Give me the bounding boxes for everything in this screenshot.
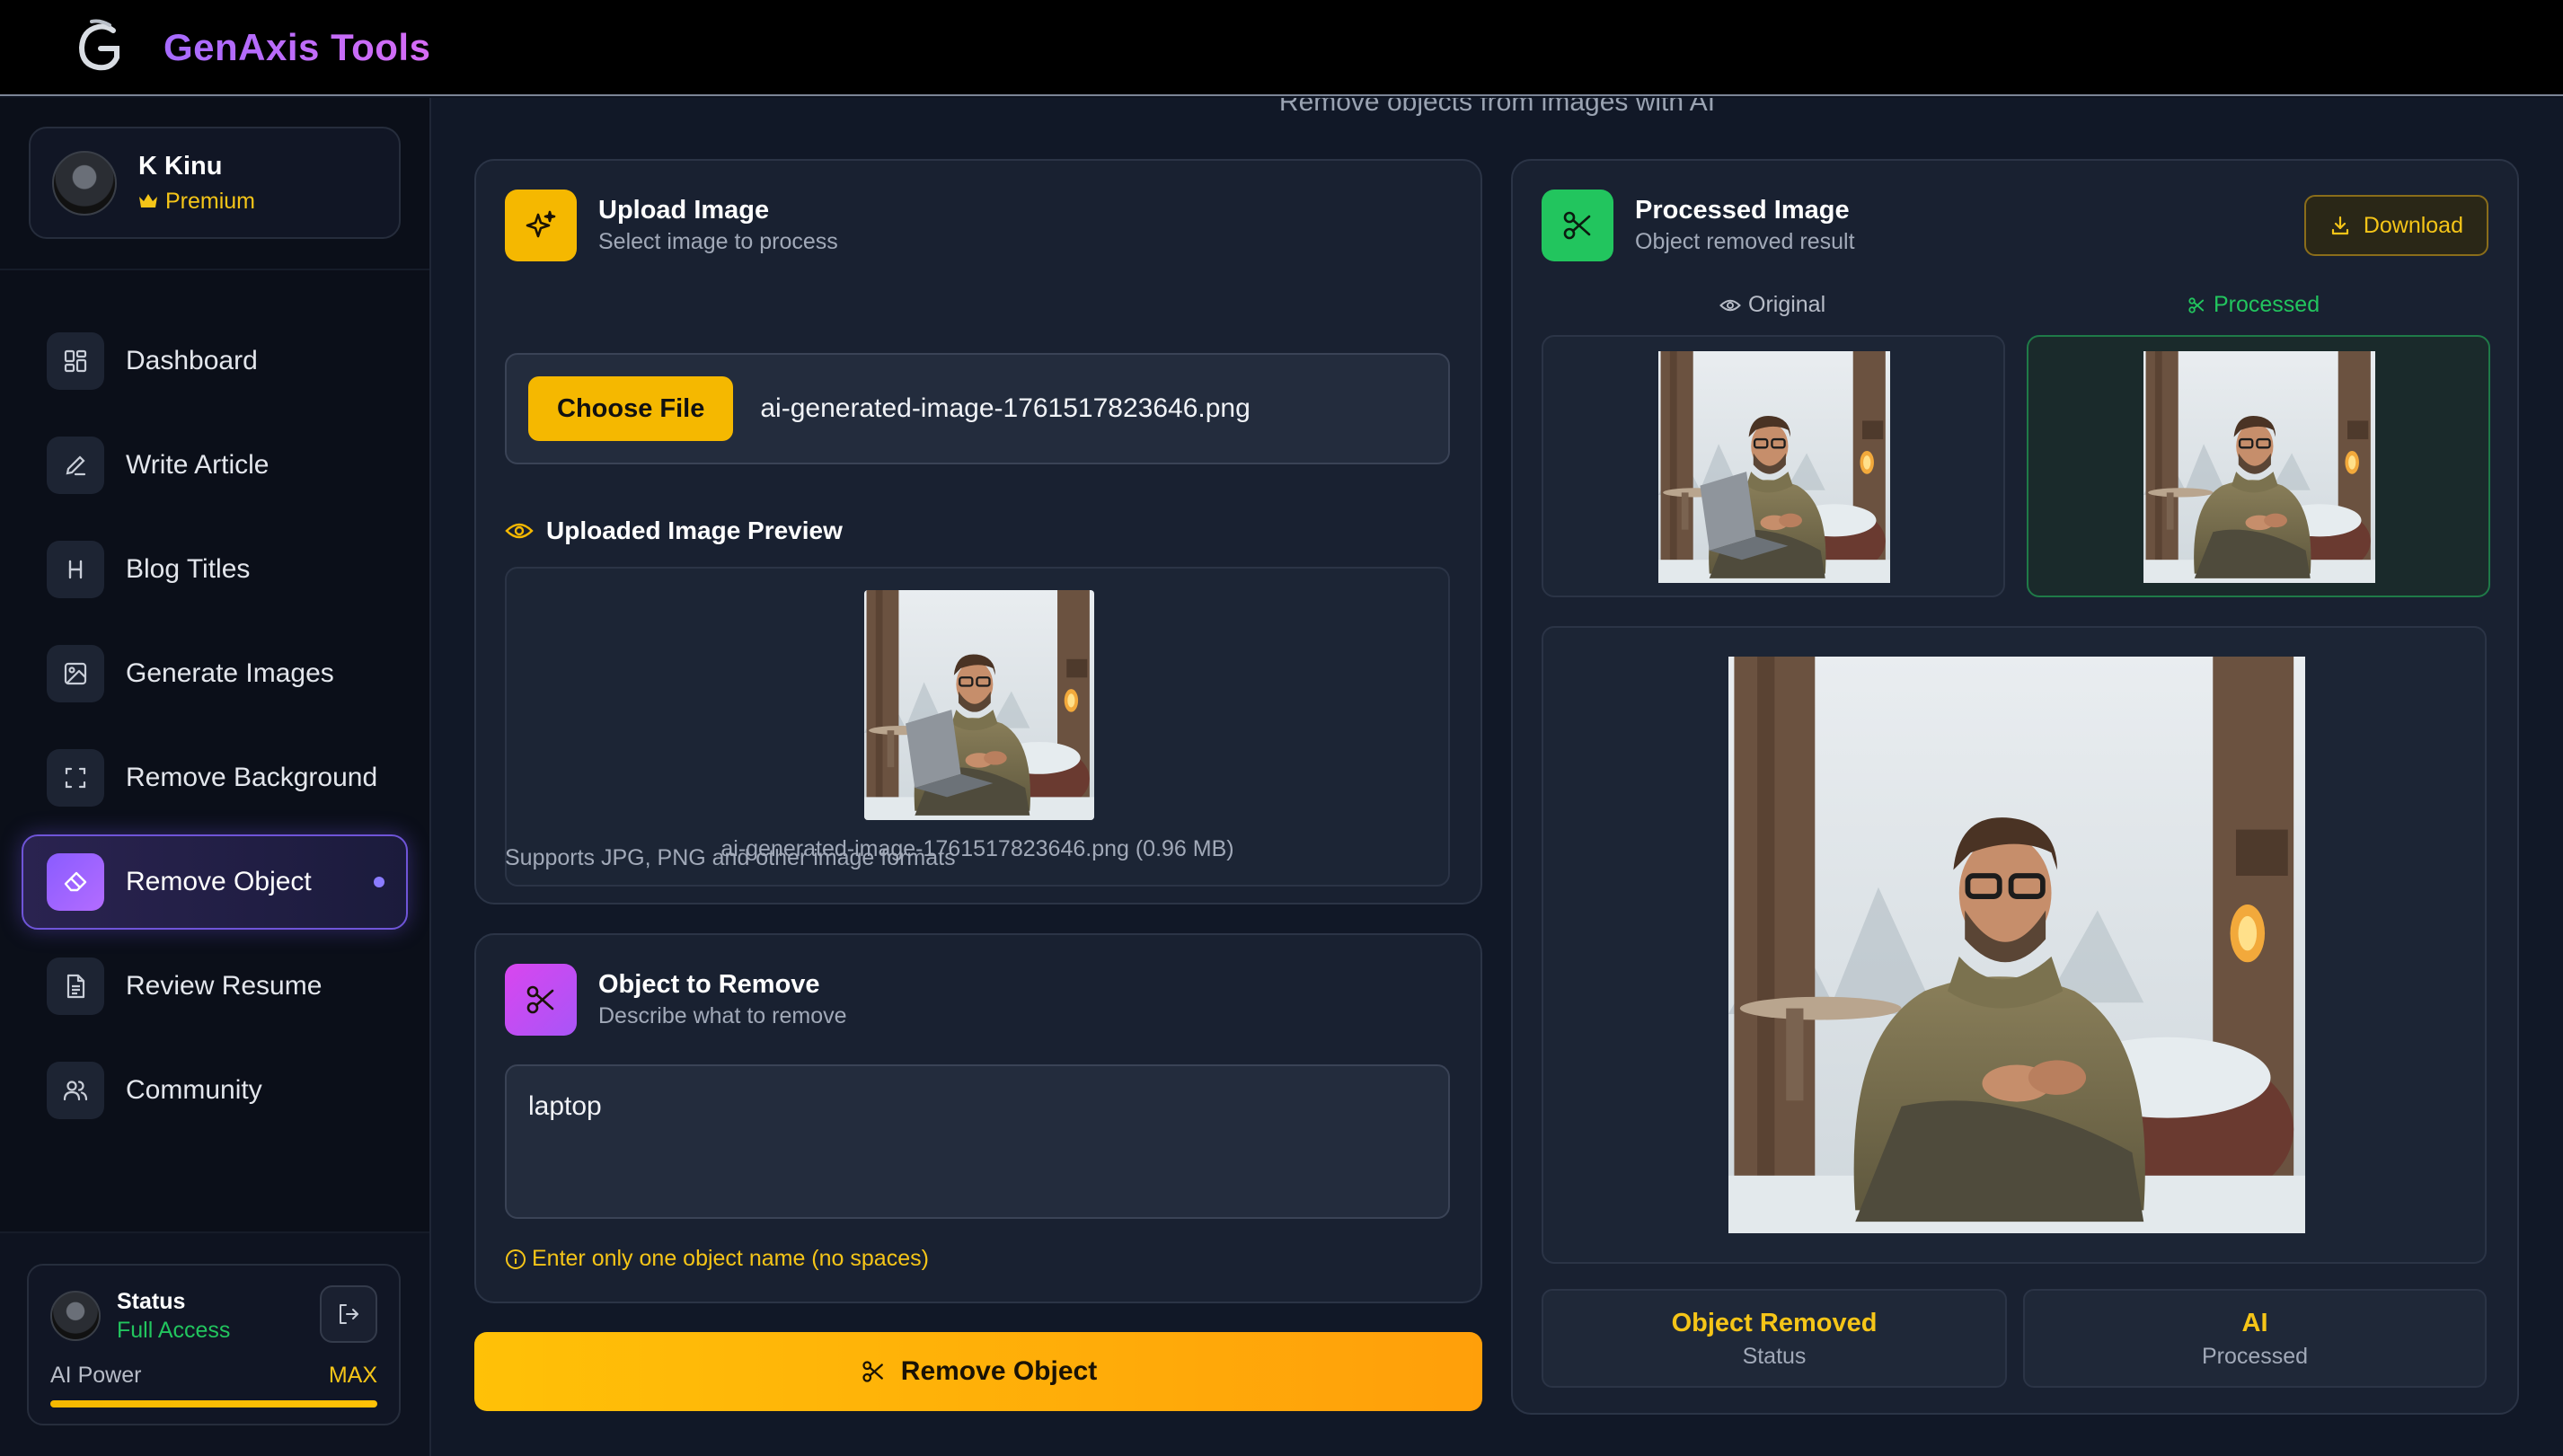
avatar [50, 1291, 101, 1341]
avatar [52, 150, 117, 216]
sidebar-item-blog-titles[interactable]: Blog Titles [22, 522, 408, 617]
original-label-wrap: Original [1719, 292, 1825, 318]
scissors-icon [1563, 211, 1591, 240]
sidebar-item-label: Remove Object [126, 867, 312, 896]
stat-value: AI [2241, 1309, 2268, 1337]
processed-label-wrap: Processed [2187, 292, 2320, 318]
original-image [1658, 351, 1890, 583]
app-name[interactable]: GenAxis Tools [164, 26, 430, 69]
original-thumbnail [1542, 335, 2005, 597]
stat-label: Status [1742, 1344, 1807, 1369]
hint-text: Enter only one object name (no spaces) [532, 1246, 929, 1271]
logout-button[interactable] [320, 1285, 377, 1343]
sidebar-item-remove-background[interactable]: Remove Background [22, 730, 408, 825]
preview-heading: Uploaded Image Preview [505, 516, 843, 545]
object-hint: Enter only one object name (no spaces) [505, 1246, 929, 1272]
hash-icon [68, 560, 83, 579]
upload-title: Upload Image [598, 196, 770, 225]
users-icon [63, 1081, 88, 1101]
status-value: Full Access [117, 1318, 231, 1343]
sidebar-item-label: Generate Images [126, 658, 334, 688]
object-title: Object to Remove [598, 970, 820, 999]
sidebar-nav: Dashboard Write Article Blog Titles Gene… [22, 313, 408, 1147]
processed-subtitle: Object removed result [1635, 229, 1855, 254]
sidebar-item-label: Remove Background [126, 763, 378, 792]
supported-formats: Supports JPG, PNG and other image format… [505, 845, 956, 870]
file-input[interactable]: Choose File ai-generated-image-176151782… [505, 353, 1450, 464]
pen-icon [66, 455, 86, 476]
status-area: Status Full Access AI Power MAX [0, 1231, 429, 1456]
sidebar-item-dashboard[interactable]: Dashboard [22, 313, 408, 409]
user-name: K Kinu [138, 151, 223, 181]
active-indicator [374, 877, 384, 887]
dashboard-icon [64, 349, 87, 373]
remove-object-label: Remove Object [900, 1356, 1098, 1386]
download-icon [2331, 216, 2348, 235]
selected-file-name: ai-generated-image-1761517823646.png [760, 393, 1251, 423]
processed-label: Processed [2214, 292, 2320, 317]
crop-frame-icon [65, 767, 86, 789]
sidebar-item-generate-images[interactable]: Generate Images [22, 626, 408, 721]
ai-power-bar [50, 1400, 377, 1407]
upload-subtitle: Select image to process [598, 229, 838, 254]
object-subtitle: Describe what to remove [598, 1003, 847, 1028]
scissors-icon [862, 1361, 883, 1382]
image-preview: ai-generated-image-1761517823646.png (0.… [505, 567, 1450, 887]
status-stat: Object Removed Status [1542, 1289, 2007, 1388]
page-subtitle: Remove objects from images with AI [1278, 98, 1716, 117]
main-content: Remove objects from images with AI Uploa… [431, 98, 2563, 1456]
sidebar-divider [0, 269, 429, 270]
document-icon [66, 974, 85, 999]
genaxis-logo-icon[interactable] [70, 18, 129, 77]
processed-stat: AI Processed [2023, 1289, 2487, 1388]
eye-icon [1719, 299, 1741, 311]
download-label: Download [2363, 212, 2463, 238]
ai-power-label: AI Power [50, 1363, 142, 1388]
remove-object-button[interactable]: Remove Object [474, 1332, 1482, 1411]
uploaded-image [864, 590, 1094, 820]
logout-icon [340, 1304, 358, 1324]
object-name-input[interactable]: laptop [505, 1064, 1450, 1219]
original-label: Original [1748, 292, 1826, 317]
top-bar: GenAxis Tools [0, 0, 2563, 96]
stat-value: Object Removed [1671, 1309, 1878, 1337]
download-button[interactable]: Download [2303, 195, 2488, 256]
status-title: Status [117, 1289, 186, 1314]
preview-label: Uploaded Image Preview [546, 516, 843, 544]
sidebar-item-label: Dashboard [126, 346, 258, 375]
sidebar-item-write-article[interactable]: Write Article [22, 418, 408, 513]
processed-image [1728, 657, 2305, 1233]
upload-panel: Upload Image Select image to process Cho… [474, 159, 1482, 904]
sidebar-item-community[interactable]: Community [22, 1043, 408, 1138]
ai-power-fill [50, 1400, 377, 1407]
sidebar-item-label: Community [126, 1075, 262, 1105]
sidebar: K Kinu Premium Dashboard Write Article B… [0, 98, 431, 1456]
ai-power-value: MAX [328, 1363, 377, 1388]
eraser-icon [64, 871, 87, 892]
processed-image-thumb [2143, 351, 2375, 583]
object-panel: Object to Remove Describe what to remove… [474, 933, 1482, 1303]
processed-image-large [1542, 626, 2487, 1264]
scissors-icon [526, 985, 554, 1014]
info-icon [506, 1249, 526, 1269]
profile-card[interactable]: K Kinu Premium [29, 127, 401, 239]
plan-badge: Premium [138, 189, 255, 215]
sidebar-item-label: Review Resume [126, 971, 323, 1001]
processed-title: Processed Image [1635, 196, 1850, 225]
processed-thumbnail [2027, 335, 2490, 597]
sparkles-icon [526, 210, 556, 238]
stat-label: Processed [2201, 1344, 2309, 1369]
plan-label: Premium [165, 188, 256, 214]
choose-file-button[interactable]: Choose File [528, 376, 734, 441]
image-icon [64, 662, 87, 685]
sidebar-item-remove-object[interactable]: Remove Object [22, 834, 408, 930]
eye-icon [505, 523, 534, 539]
status-card: Status Full Access AI Power MAX [27, 1264, 401, 1425]
crown-icon [139, 194, 157, 207]
processed-panel: Processed Image Object removed result Do… [1511, 159, 2519, 1415]
sidebar-item-label: Blog Titles [126, 554, 251, 584]
scissors-icon [2188, 296, 2205, 313]
sidebar-item-review-resume[interactable]: Review Resume [22, 939, 408, 1034]
sidebar-item-label: Write Article [126, 450, 270, 480]
